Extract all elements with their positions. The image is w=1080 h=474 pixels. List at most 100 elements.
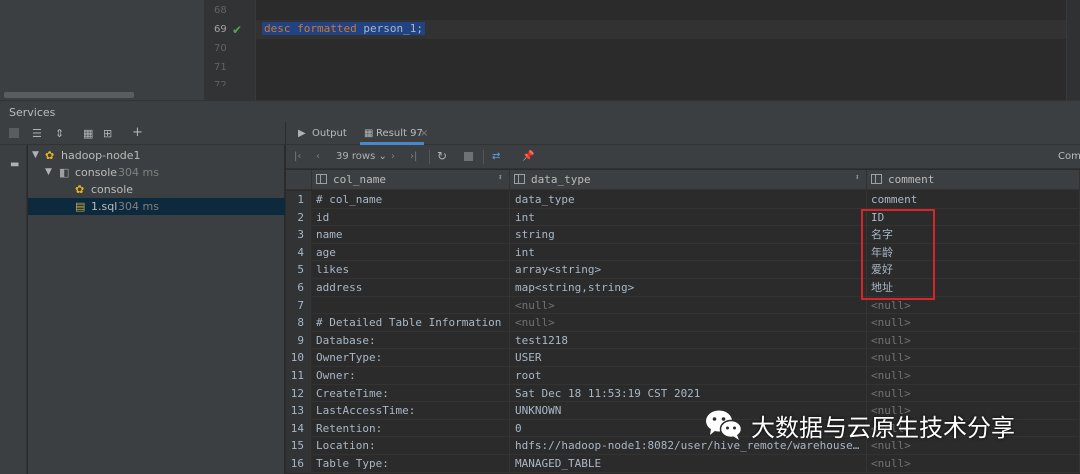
cell-comment[interactable]: <null>	[867, 314, 1080, 332]
pin-icon[interactable]: 📌	[522, 151, 534, 162]
tree-item-1-sql[interactable]: ▤ 1.sql 304 ms	[28, 198, 285, 215]
transpose-icon[interactable]: ⇄	[492, 151, 500, 162]
tree-item-label: console	[91, 183, 134, 196]
cell-col-name[interactable]: id	[312, 208, 510, 227]
filter-icon[interactable]: ⊞	[103, 127, 112, 140]
cell-col-name[interactable]: Database:	[312, 331, 510, 350]
line-number: 71	[214, 62, 227, 73]
column-header-label: data_type	[531, 173, 591, 186]
code-line[interactable]: desc formatted person_1;	[262, 22, 425, 35]
cell-data-type[interactable]: map<string,string>	[510, 278, 867, 297]
last-page-icon[interactable]: ›|	[410, 151, 417, 162]
table-row[interactable]: 8 # Detailed Table Information <null> <null…	[286, 314, 1080, 332]
tree-item-label: 1.sql	[91, 200, 118, 213]
chevron-down-icon[interactable]: ▼	[32, 150, 39, 160]
chevron-down-icon[interactable]: ▼	[45, 167, 52, 177]
column-header-data-type[interactable]: data_type ⬍	[510, 170, 867, 190]
cell-comment[interactable]: 年龄	[867, 243, 1080, 262]
tab-output[interactable]: ▶ Output	[296, 122, 356, 145]
sort-icon[interactable]: ⬍	[498, 173, 503, 183]
cell-col-name[interactable]: Retention:	[312, 419, 510, 438]
cell-col-name[interactable]: age	[312, 243, 510, 262]
cell-data-type[interactable]: <null>	[510, 314, 867, 332]
table-row[interactable]: 16 Table Type: MANAGED_TABLE <null>	[286, 454, 1080, 473]
cell-data-type[interactable]: string	[510, 226, 867, 244]
cell-col-name[interactable]: CreateTime:	[312, 384, 510, 403]
table-row[interactable]: 4 age int 年龄	[286, 243, 1080, 262]
group-icon[interactable]: ▦	[83, 127, 93, 140]
cell-data-type[interactable]: array<string>	[510, 261, 867, 279]
table-row[interactable]: 11 Owner: root <null>	[286, 366, 1080, 385]
sort-icon[interactable]: ⬍	[855, 173, 860, 183]
table-row[interactable]: 12 CreateTime: Sat Dec 18 11:53:19 CST 202…	[286, 384, 1080, 403]
tree-item-console-session[interactable]: ▼ ◧ console 304 ms	[28, 164, 285, 181]
cell-col-name[interactable]: OwnerType:	[312, 349, 510, 367]
table-row[interactable]: 6 address map<string,string> 地址	[286, 278, 1080, 297]
cell-col-name[interactable]: LastAccessTime:	[312, 402, 510, 420]
comment-column-label: Comm	[1058, 151, 1080, 162]
table-row[interactable]: 3 name string 名字	[286, 226, 1080, 244]
cell-data-type[interactable]: int	[510, 243, 867, 262]
row-number-cell: 8	[286, 314, 311, 332]
wechat-icon	[705, 409, 743, 441]
cell-comment[interactable]: ID	[867, 208, 1080, 227]
cell-comment[interactable]: <null>	[867, 331, 1080, 350]
cell-col-name[interactable]: Location:	[312, 437, 510, 455]
cell-col-name[interactable]: name	[312, 226, 510, 244]
cell-data-type[interactable]: USER	[510, 349, 867, 367]
cell-col-name[interactable]: # col_name	[312, 191, 510, 209]
table-row[interactable]: 7 <null> <null>	[286, 296, 1080, 315]
code-editor[interactable]: 68 69 70 71 72 ✔ desc formatted person_1…	[0, 0, 1080, 100]
cell-data-type[interactable]: root	[510, 366, 867, 385]
stop-icon[interactable]	[464, 152, 473, 161]
cell-comment[interactable]: 地址	[867, 278, 1080, 297]
cell-data-type[interactable]: <null>	[510, 296, 867, 315]
table-row[interactable]: 5 likes array<string> 爱好	[286, 261, 1080, 279]
tree-item-hadoop-node1[interactable]: ▼ ✿ hadoop-node1	[28, 147, 285, 164]
hive-icon: ✿	[45, 149, 55, 162]
vertical-scrollbar[interactable]	[1066, 0, 1080, 100]
tab-result[interactable]: ▦ Result 97 ×	[360, 122, 428, 145]
cell-data-type[interactable]: Sat Dec 18 11:53:19 CST 2021	[510, 384, 867, 403]
cell-col-name[interactable]: likes	[312, 261, 510, 279]
close-icon[interactable]: ×	[420, 128, 428, 139]
prev-page-icon[interactable]: ‹	[316, 151, 320, 162]
horizontal-scrollbar[interactable]	[4, 92, 134, 98]
cell-col-name[interactable]: Table Type:	[312, 454, 510, 473]
table-row[interactable]: 10 OwnerType: USER <null>	[286, 349, 1080, 367]
collapse-all-icon[interactable]: ⇕	[55, 127, 64, 140]
cell-data-type[interactable]: test1218	[510, 331, 867, 350]
expand-all-icon[interactable]: ☰	[32, 127, 42, 140]
cell-col-name[interactable]: # Detailed Table Information	[312, 314, 510, 332]
table-row[interactable]: 1 # col_name data_type comment	[286, 191, 1080, 209]
cell-col-name[interactable]	[312, 296, 510, 315]
cell-comment[interactable]: comment	[867, 191, 1080, 209]
cell-comment[interactable]: <null>	[867, 384, 1080, 403]
stop-icon[interactable]	[9, 128, 19, 138]
column-header-label: comment	[888, 173, 935, 186]
column-header-col-name[interactable]: col_name ⬍	[312, 170, 510, 190]
cell-comment[interactable]: <null>	[867, 296, 1080, 315]
cell-col-name[interactable]: address	[312, 278, 510, 297]
refresh-icon[interactable]: ↻	[437, 149, 447, 163]
rows-count-select[interactable]: 39 rows ⌄	[336, 151, 387, 162]
layout-icon[interactable]: ▬	[10, 159, 19, 170]
next-page-icon[interactable]: ›	[391, 151, 395, 162]
tree-item-console[interactable]: ✿ console	[28, 181, 285, 198]
add-icon[interactable]: +	[132, 125, 143, 140]
console-icon: ▶	[298, 128, 306, 139]
cell-col-name[interactable]: Owner:	[312, 366, 510, 385]
table-row[interactable]: 9 Database: test1218 <null>	[286, 331, 1080, 350]
cell-comment[interactable]: <null>	[867, 366, 1080, 385]
cell-data-type[interactable]: int	[510, 208, 867, 227]
cell-comment[interactable]: 名字	[867, 226, 1080, 244]
cell-comment[interactable]: <null>	[867, 454, 1080, 473]
cell-comment[interactable]: <null>	[867, 349, 1080, 367]
cell-data-type[interactable]: MANAGED_TABLE	[510, 454, 867, 473]
first-page-icon[interactable]: |‹	[294, 151, 301, 162]
cell-comment[interactable]: 爱好	[867, 261, 1080, 279]
cell-data-type[interactable]: data_type	[510, 191, 867, 209]
table-row[interactable]: 2 id int ID	[286, 208, 1080, 227]
row-number-cell: 2	[286, 208, 311, 227]
column-header-comment[interactable]: comment	[867, 170, 1080, 190]
